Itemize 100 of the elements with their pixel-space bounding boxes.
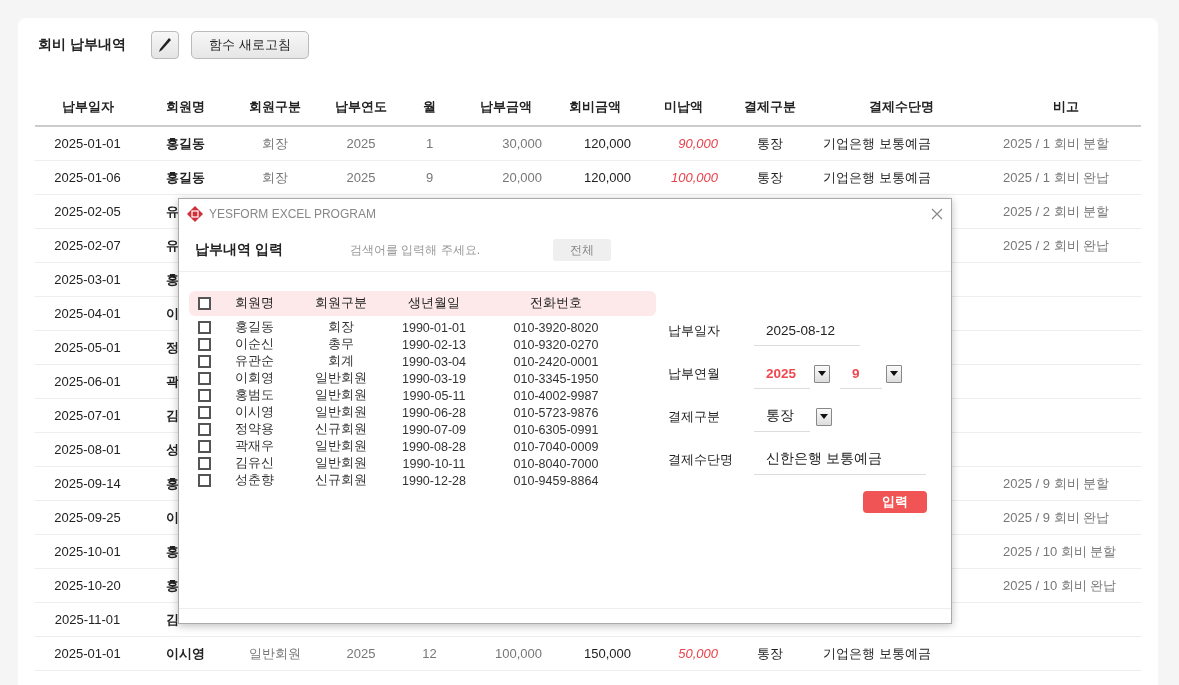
list-cell: 1990-07-09 bbox=[402, 422, 466, 437]
list-cell: 일반회원 bbox=[315, 455, 367, 472]
list-cell: 일반회원 bbox=[315, 438, 367, 455]
table-cell: 성 bbox=[166, 440, 179, 459]
list-cell: 이순신 bbox=[235, 336, 274, 353]
column-header: 결제수단명 bbox=[869, 98, 934, 116]
list-cell: 회장 bbox=[328, 319, 354, 336]
list-cell: 일반회원 bbox=[315, 387, 367, 404]
list-cell: 010-4002-9987 bbox=[513, 388, 599, 403]
table-cell: 정 bbox=[166, 338, 179, 357]
checkbox[interactable] bbox=[197, 338, 211, 351]
month-select[interactable]: 9 bbox=[840, 358, 882, 389]
dropdown-button[interactable] bbox=[816, 407, 832, 426]
table-cell: 유 bbox=[166, 202, 179, 221]
list-cell: 1990-05-11 bbox=[402, 388, 466, 403]
table-cell: 홍 bbox=[166, 542, 179, 561]
column-header: 납부연도 bbox=[335, 98, 387, 116]
list-cell: 일반회원 bbox=[315, 404, 367, 421]
field-label: 납부일자 bbox=[668, 321, 721, 340]
checkbox[interactable] bbox=[197, 372, 211, 385]
table-cell: 홍 bbox=[166, 576, 179, 595]
checkbox[interactable] bbox=[197, 457, 211, 470]
caret-icon bbox=[820, 414, 828, 419]
table-cell: 김 bbox=[166, 610, 179, 629]
column-header: 월 bbox=[423, 98, 436, 116]
table-cell: 30,000 bbox=[502, 136, 542, 151]
close-icon[interactable] bbox=[931, 208, 943, 220]
refresh-button[interactable]: 함수 새로고침 bbox=[191, 31, 309, 59]
table-cell: 2025-03-01 bbox=[54, 272, 121, 287]
checkbox[interactable] bbox=[197, 389, 211, 402]
checkbox[interactable] bbox=[197, 474, 211, 487]
edit-button[interactable] bbox=[151, 31, 179, 59]
column-header: 회원명 bbox=[235, 295, 274, 312]
table-cell: 통장 bbox=[757, 168, 783, 187]
list-cell: 010-8040-7000 bbox=[513, 456, 599, 471]
year-select[interactable]: 2025 bbox=[754, 358, 810, 389]
table-cell: 홍 bbox=[166, 270, 179, 289]
dropdown-button[interactable] bbox=[814, 364, 830, 383]
table-cell: 홍길동 bbox=[166, 168, 205, 187]
table-cell: 이시영 bbox=[166, 644, 205, 663]
checkbox[interactable] bbox=[197, 297, 211, 310]
checkbox[interactable] bbox=[197, 321, 211, 334]
table-cell: 100,000 bbox=[495, 646, 542, 661]
table-cell: 2025-06-01 bbox=[54, 374, 121, 389]
table-cell: 2025-09-14 bbox=[54, 476, 121, 491]
select-field[interactable]: 통장 bbox=[754, 401, 810, 432]
list-cell: 이회영 bbox=[235, 370, 274, 387]
dropdown-button[interactable] bbox=[886, 364, 902, 383]
list-cell: 1990-03-04 bbox=[402, 354, 466, 369]
table-cell: 2025 / 1 회비 완납 bbox=[1003, 168, 1110, 187]
column-header: 미납액 bbox=[664, 98, 703, 116]
column-header: 전화번호 bbox=[530, 295, 582, 312]
table-cell: 2025-08-01 bbox=[54, 442, 121, 457]
column-header: 회원구분 bbox=[315, 295, 367, 312]
table-cell: 곽 bbox=[166, 372, 179, 391]
list-cell: 1990-03-19 bbox=[402, 371, 466, 386]
table-cell: 2025-10-20 bbox=[54, 578, 121, 593]
table-cell: 기업은행 보통예금 bbox=[823, 644, 931, 663]
table-cell: 기업은행 보통예금 bbox=[823, 168, 931, 187]
table-cell: 기업은행 보통예금 bbox=[823, 134, 931, 153]
table-cell: 2025-01-01 bbox=[54, 646, 121, 661]
list-cell: 1990-12-28 bbox=[402, 473, 466, 488]
caret-icon bbox=[818, 371, 826, 376]
field-label: 결제수단명 bbox=[668, 450, 734, 469]
checkbox[interactable] bbox=[197, 423, 211, 436]
table-cell: 2025-01-01 bbox=[54, 136, 121, 151]
table-cell: 일반회원 bbox=[249, 644, 301, 663]
table-cell: 홍 bbox=[166, 474, 179, 493]
table-cell: 2025 bbox=[346, 136, 376, 151]
table-cell: 2025 bbox=[346, 170, 376, 185]
checkbox[interactable] bbox=[197, 355, 211, 368]
column-header: 회원구분 bbox=[249, 98, 301, 116]
table-cell: 2025-02-07 bbox=[54, 238, 121, 253]
table-cell: 2025-02-05 bbox=[54, 204, 121, 219]
table-cell: 김 bbox=[166, 406, 179, 425]
table-cell: 이 bbox=[166, 508, 179, 527]
table-cell: 150,000 bbox=[584, 646, 631, 661]
table-cell: 120,000 bbox=[584, 170, 631, 185]
list-cell: 010-3345-1950 bbox=[513, 371, 599, 386]
dialog-heading: 납부내역 입력 bbox=[195, 241, 284, 259]
list-cell: 010-6305-0991 bbox=[513, 422, 599, 437]
list-cell: 010-9459-8864 bbox=[513, 473, 599, 488]
field-label: 납부연월 bbox=[668, 364, 721, 383]
list-cell: 010-7040-0009 bbox=[513, 439, 599, 454]
list-cell: 홍길동 bbox=[235, 319, 274, 336]
text-field[interactable]: 신한은행 보통예금 bbox=[754, 444, 926, 475]
list-cell: 일반회원 bbox=[315, 370, 367, 387]
list-cell: 신규회원 bbox=[315, 472, 367, 489]
column-header: 납부금액 bbox=[480, 98, 532, 116]
table-cell: 2025 / 9 회비 완납 bbox=[1003, 508, 1110, 527]
logo-icon bbox=[187, 206, 203, 222]
checkbox[interactable] bbox=[197, 440, 211, 453]
table-cell: 2025-07-01 bbox=[54, 408, 121, 423]
date-field[interactable]: 2025-08-12 bbox=[754, 315, 860, 346]
checkbox[interactable] bbox=[197, 406, 211, 419]
list-cell: 1990-01-01 bbox=[402, 320, 466, 335]
list-cell: 유관순 bbox=[235, 353, 274, 370]
list-cell: 회계 bbox=[328, 353, 354, 370]
table-cell: 2025-04-01 bbox=[54, 306, 121, 321]
column-header: 생년월일 bbox=[408, 295, 460, 312]
